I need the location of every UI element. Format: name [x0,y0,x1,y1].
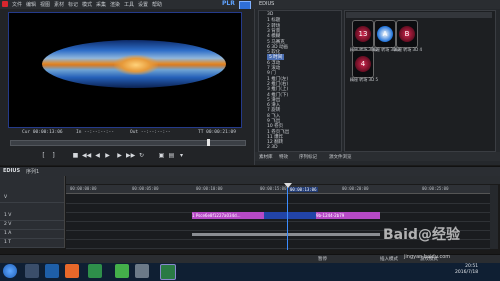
track-label: 2 V [4,222,12,227]
track-label: 1 V [4,213,12,218]
effect-thumbnail[interactable]: 13 [352,20,374,48]
thumbnail-glyph: B [399,26,415,42]
tab-sequence-marker[interactable]: 序列标记 [299,154,317,160]
play-icon[interactable]: ▶ [104,152,111,159]
thumbnail-label: 精秘 转场 3D 5 [350,77,378,82]
sequence-label: 序列1 [26,169,40,175]
chat-app-icon[interactable] [115,264,129,278]
watermark-sub: jingyan.baidu.com [404,254,451,260]
firefox-icon[interactable] [65,264,79,278]
clock-date: 2016/7/18 [455,270,479,275]
menu-icon[interactable]: ▾ [178,152,185,159]
watermark: Baid@经验 [383,227,460,243]
track-header-row[interactable]: 1 T [0,239,64,248]
timecode-tt: TT 00:00:21:09 [198,130,236,135]
preview-image [42,40,226,88]
track-label: V [4,195,8,200]
insert-icon[interactable]: ▣ [158,152,165,159]
timecode-in: In --:--:--:-- [76,130,114,135]
bin-folder-tree: 3D 1 标题 2 转场 3 背景 4 模糊 5 马赛克 6 3D 动画 5 软化 5 时间 6 … [258,10,342,152]
effect-thumbnail[interactable]: B [396,20,418,48]
status-insert-mode: 插入模式 [380,257,398,262]
menu-capture[interactable]: 采集 [96,1,106,8]
rewind-icon[interactable]: ◀◀ [82,152,91,159]
timeline-toolbar [66,176,500,184]
mode-label: PLR [222,0,235,7]
track-label: 1 A [4,231,12,236]
timeline-header: EDIUS 序列1 [0,166,500,176]
bin-title: EDIUS [259,1,275,7]
track-headers: V 1 V 2 V 1 A 1 T [0,176,65,248]
menu-edit[interactable]: 编辑 [26,1,36,8]
effect-thumbnail[interactable]: A [374,20,396,48]
stop-icon[interactable]: ■ [72,152,79,159]
scrub-knob[interactable] [207,139,210,146]
menu-help[interactable]: 帮助 [152,1,162,8]
fast-forward-icon[interactable]: ▶▶ [126,152,135,159]
track-header-row[interactable]: 1 V [0,212,64,221]
track-header-row[interactable]: V [0,194,64,203]
ruler-tick-label: 00:00:10:00 [196,186,223,191]
playhead[interactable] [287,183,288,250]
thumbnail-label: 精秘 转场 3D 4 [394,47,422,52]
video-clip-a[interactable]: 1 Psce6e8f1227a034d... [192,212,264,219]
timecode-cur: Cur 00:00:13:06 [22,130,63,135]
file-explorer-icon[interactable] [25,264,39,278]
tree-item[interactable]: 2 3D [267,145,278,150]
track-header-row[interactable]: 1 A [0,230,64,239]
tab-source-browser[interactable]: 源文件浏览 [329,154,352,160]
loop-icon[interactable]: ↻ [138,152,145,159]
bin-header: EDIUS [255,0,500,9]
transition-clip[interactable] [264,212,316,219]
edius-taskbar-icon[interactable] [160,264,176,280]
timecode-out: Out --:--:--:-- [130,130,171,135]
menu-render[interactable]: 渲染 [110,1,120,8]
thumbnail-glyph: A [377,26,393,42]
thumbnail-glyph: 4 [355,56,371,72]
menu-clip[interactable]: 素材 [54,1,64,8]
preview-monitor [8,12,242,128]
tab-bin[interactable]: 素材库 [259,154,273,160]
ruler-tick-label: 00:00:05:00 [132,186,159,191]
effect-thumbnail[interactable]: 4 [352,50,374,78]
preview-sunlight [114,55,158,75]
audio-clip[interactable] [192,233,380,236]
media-app-icon[interactable] [88,264,102,278]
tree-item[interactable]: 3D [267,12,273,17]
set-in-icon[interactable]: [ [40,152,47,159]
thumbnail-toolbar [346,12,492,18]
menu-mode[interactable]: 模式 [82,1,92,8]
menu-view[interactable]: 视图 [40,1,50,8]
playhead-time: 00:00:13:06 [289,187,318,192]
step-forward-icon[interactable]: ▶ [116,152,123,159]
app-logo-icon [2,1,8,7]
menu-settings[interactable]: 设置 [138,1,148,8]
system-clock[interactable]: 20:51 2016/7/18 [455,264,478,276]
overwrite-icon[interactable]: ▤ [168,152,175,159]
track-header-row[interactable]: 2 V [0,221,64,230]
timeline-title: EDIUS [3,168,21,174]
player-scrub-bar[interactable] [10,139,246,146]
ruler-tick-label: 00:00:25:00 [422,186,449,191]
status-left: 暂停 [318,257,327,262]
menu-marker[interactable]: 标记 [68,1,78,8]
bin-footer-tabs: 素材库 特效 序列标记 源文件浏览 [255,152,500,161]
thumbnail-glyph: 13 [355,26,371,42]
track-label: 1 T [4,240,12,245]
video-clip-b[interactable]: 9b-1244-2b79 [316,212,380,219]
timeline-ruler[interactable]: 00:00:00:00 00:00:05:00 00:00:10:00 00:0… [66,185,490,194]
step-back-icon[interactable]: ◀ [94,152,101,159]
menu-file[interactable]: 文件 [12,1,22,8]
ie-browser-icon[interactable] [45,264,59,278]
tab-effects[interactable]: 特效 [279,154,288,160]
timeline-vertical-scrollbar[interactable] [490,185,498,249]
start-button-icon[interactable] [3,264,17,278]
ruler-tick-label: 00:00:20:00 [342,186,369,191]
ruler-tick-label: 00:00:00:00 [70,186,97,191]
app-icon[interactable] [135,264,149,278]
set-out-icon[interactable]: ] [50,152,57,159]
menu-tools[interactable]: 工具 [124,1,134,8]
ruler-tick-label: 00:00:15:00 [260,186,287,191]
